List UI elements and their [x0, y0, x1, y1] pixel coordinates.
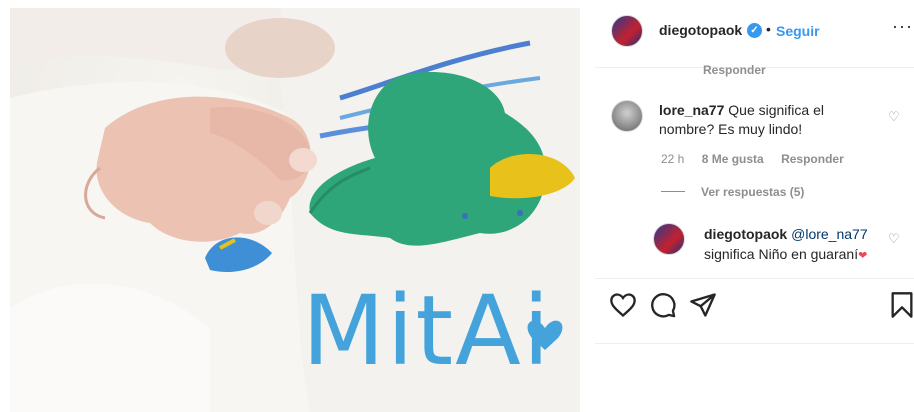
follow-button[interactable]: Seguir: [776, 23, 820, 39]
reply-mention-link[interactable]: @lore_na77: [791, 226, 868, 242]
reply-author-username[interactable]: diegotopaok: [704, 226, 787, 242]
comment-likes[interactable]: 8 Me gusta: [702, 152, 764, 166]
reply-text: significa Niño en guaraní: [704, 246, 859, 262]
previous-reply-button[interactable]: Responder: [703, 63, 766, 77]
commenter-avatar[interactable]: [611, 100, 643, 132]
post-header: diegotopaok ✓ • Seguir ···: [595, 0, 914, 68]
post-side-panel: diegotopaok ✓ • Seguir ··· Responder lor…: [595, 0, 914, 412]
post-action-bar: [595, 278, 914, 344]
reply-like-heart-icon[interactable]: ♡: [888, 231, 900, 247]
comment-meta: 22 h 8 Me gusta Responder: [661, 152, 844, 166]
heart-icon[interactable]: [609, 291, 637, 319]
share-icon[interactable]: [689, 291, 717, 319]
replies-divider-line: [661, 191, 685, 192]
red-heart-emoji-icon: ❤: [858, 250, 868, 262]
bookmark-icon[interactable]: [888, 291, 914, 319]
comment-time[interactable]: 22 h: [661, 152, 684, 166]
author-avatar[interactable]: [611, 15, 643, 47]
reply-author-avatar[interactable]: [653, 223, 685, 255]
header-separator: •: [766, 21, 771, 37]
comment-body: lore_na77 Que significa el nombre? Es mu…: [659, 101, 869, 139]
post-photo[interactable]: MitAi: [10, 8, 580, 412]
commenter-username[interactable]: lore_na77: [659, 102, 724, 118]
comment-like-heart-icon[interactable]: ♡: [888, 109, 900, 125]
comment-icon[interactable]: [649, 291, 677, 319]
photo-caption-text: MitAi: [302, 275, 552, 387]
author-username[interactable]: diegotopaok: [659, 22, 742, 38]
more-options-icon[interactable]: ···: [892, 16, 913, 37]
view-replies-button[interactable]: Ver respuestas (5): [701, 185, 804, 199]
verified-badge-icon: ✓: [747, 23, 762, 38]
comment-reply-button[interactable]: Responder: [781, 152, 844, 166]
reply-body: diegotopaok @lore_na77 significa Niño en…: [704, 224, 889, 266]
